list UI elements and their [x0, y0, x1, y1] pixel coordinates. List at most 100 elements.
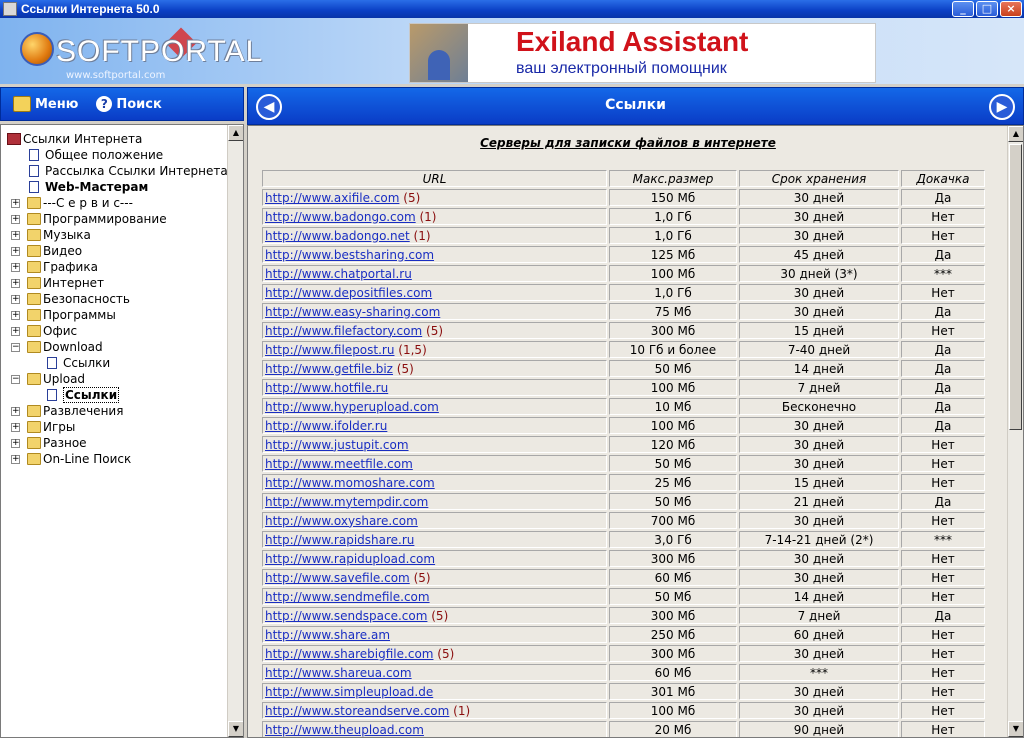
host-link[interactable]: http://www.rapidshare.ru	[265, 533, 414, 547]
tree-item[interactable]: + Программы	[1, 307, 229, 323]
host-link[interactable]: http://www.hyperupload.com	[265, 400, 439, 414]
tree-item[interactable]: + Интернет	[1, 275, 229, 291]
resume-cell: Да	[901, 607, 985, 624]
tree-item[interactable]: Ссылки	[1, 355, 229, 371]
host-link[interactable]: http://www.savefile.com	[265, 571, 410, 585]
tree-item[interactable]: + Игры	[1, 419, 229, 435]
host-link[interactable]: http://www.badongo.net	[265, 229, 410, 243]
host-link[interactable]: http://www.chatportal.ru	[265, 267, 412, 281]
host-link[interactable]: http://www.mytempdir.com	[265, 495, 428, 509]
tree-item[interactable]: + Графика	[1, 259, 229, 275]
tree-item[interactable]: + Офис	[1, 323, 229, 339]
tree-item[interactable]: + Разное	[1, 435, 229, 451]
table-row: http://www.badongo.com (1) 1,0 Гб 30 дней Н…	[262, 208, 985, 225]
host-link[interactable]: http://www.storeandserve.com	[265, 704, 449, 718]
expand-icon[interactable]: +	[11, 455, 20, 464]
menu-button[interactable]: Меню	[13, 96, 78, 112]
tree-scrollbar[interactable]: ▲ ▼	[227, 125, 243, 737]
url-cell: http://www.rapidshare.ru	[262, 531, 607, 548]
host-link[interactable]: http://www.oxyshare.com	[265, 514, 418, 528]
maximize-button[interactable]: □	[976, 1, 998, 17]
host-link[interactable]: http://www.meetfile.com	[265, 457, 413, 471]
size-cell: 700 Мб	[609, 512, 737, 529]
tree-item-label: Download	[43, 340, 103, 354]
host-link[interactable]: http://www.rapidupload.com	[265, 552, 435, 566]
logo-url: www.softportal.com	[66, 70, 166, 81]
host-link[interactable]: http://www.ifolder.ru	[265, 419, 387, 433]
tree-item[interactable]: − Upload	[1, 371, 229, 387]
expand-icon[interactable]: +	[11, 215, 20, 224]
size-cell: 1,0 Гб	[609, 284, 737, 301]
size-cell: 25 Мб	[609, 474, 737, 491]
ad-banner[interactable]: Exiland Assistant ваш электронный помощн…	[409, 23, 876, 83]
host-link[interactable]: http://www.badongo.com	[265, 210, 416, 224]
expand-icon[interactable]: +	[11, 295, 20, 304]
tree-item[interactable]: − Download	[1, 339, 229, 355]
expand-icon[interactable]: +	[11, 423, 20, 432]
host-link[interactable]: http://www.filefactory.com	[265, 324, 422, 338]
host-link[interactable]: http://www.depositfiles.com	[265, 286, 432, 300]
close-button[interactable]: ×	[1000, 1, 1022, 17]
expand-icon[interactable]: +	[11, 407, 20, 416]
expand-icon[interactable]: +	[11, 279, 20, 288]
host-link[interactable]: http://www.theupload.com	[265, 723, 424, 737]
host-link[interactable]: http://www.sendmefile.com	[265, 590, 430, 604]
forward-arrow-icon[interactable]: ▶	[989, 94, 1015, 120]
expand-icon[interactable]: +	[11, 231, 20, 240]
tree-item[interactable]: Ссылки	[1, 387, 229, 403]
tree-item[interactable]: + Развлечения	[1, 403, 229, 419]
scroll-thumb[interactable]	[1009, 144, 1022, 430]
size-cell: 300 Мб	[609, 550, 737, 567]
tree-item-label: ---С е р в и с---	[43, 196, 133, 210]
tree-item[interactable]: Общее положение	[1, 147, 229, 163]
tree-item[interactable]: Ссылки Интернета	[1, 131, 229, 147]
tree-item[interactable]: + On-Line Поиск	[1, 451, 229, 467]
expand-icon[interactable]: +	[11, 439, 20, 448]
scroll-up-icon[interactable]: ▲	[228, 125, 243, 141]
tree-item[interactable]: Рассылка Ссылки Интернета	[1, 163, 229, 179]
header: SOFTPORTAL www.softportal.com Exiland As…	[0, 18, 1024, 84]
host-link[interactable]: http://www.shareua.com	[265, 666, 412, 680]
tree-item[interactable]: + Программирование	[1, 211, 229, 227]
collapse-icon[interactable]: −	[11, 343, 20, 352]
host-link[interactable]: http://www.easy-sharing.com	[265, 305, 440, 319]
resume-cell: Нет	[901, 227, 985, 244]
host-link[interactable]: http://www.sendspace.com	[265, 609, 427, 623]
search-button[interactable]: ? Поиск	[96, 96, 162, 112]
scroll-down-icon[interactable]: ▼	[1008, 721, 1023, 737]
host-link[interactable]: http://www.momoshare.com	[265, 476, 435, 490]
tree-item[interactable]: + Музыка	[1, 227, 229, 243]
size-cell: 20 Мб	[609, 721, 737, 737]
expand-icon[interactable]: +	[11, 263, 20, 272]
term-cell: 15 дней	[739, 322, 899, 339]
collapse-icon[interactable]: −	[11, 375, 20, 384]
footnote-ref: (1,5)	[398, 342, 427, 357]
host-link[interactable]: http://www.bestsharing.com	[265, 248, 434, 262]
content-scrollbar[interactable]: ▲ ▼	[1007, 126, 1023, 737]
resume-cell: Нет	[901, 588, 985, 605]
host-link[interactable]: http://www.simpleupload.de	[265, 685, 433, 699]
host-link[interactable]: http://www.getfile.biz	[265, 362, 393, 376]
scroll-up-icon[interactable]: ▲	[1008, 126, 1023, 142]
expand-icon[interactable]: +	[11, 247, 20, 256]
host-link[interactable]: http://www.sharebigfile.com	[265, 647, 433, 661]
tree-item[interactable]: + Видео	[1, 243, 229, 259]
resume-cell: Нет	[901, 455, 985, 472]
minimize-button[interactable]: _	[952, 1, 974, 17]
table-row: http://www.badongo.net (1) 1,0 Гб 30 дней Н…	[262, 227, 985, 244]
host-link[interactable]: http://www.share.am	[265, 628, 390, 642]
host-link[interactable]: http://www.hotfile.ru	[265, 381, 388, 395]
url-cell: http://www.sharebigfile.com (5)	[262, 645, 607, 662]
expand-icon[interactable]: +	[11, 199, 20, 208]
softportal-logo[interactable]: SOFTPORTAL www.softportal.com	[20, 27, 262, 82]
tree-item[interactable]: + ---С е р в и с---	[1, 195, 229, 211]
tree-item[interactable]: Web-Мастерам	[1, 179, 229, 195]
host-link[interactable]: http://www.justupit.com	[265, 438, 409, 452]
tree-item[interactable]: + Безопасность	[1, 291, 229, 307]
expand-icon[interactable]: +	[11, 327, 20, 336]
host-link[interactable]: http://www.filepost.ru	[265, 343, 394, 357]
tree-item-label: Безопасность	[43, 292, 130, 306]
host-link[interactable]: http://www.axifile.com	[265, 191, 399, 205]
scroll-down-icon[interactable]: ▼	[228, 721, 243, 737]
expand-icon[interactable]: +	[11, 311, 20, 320]
